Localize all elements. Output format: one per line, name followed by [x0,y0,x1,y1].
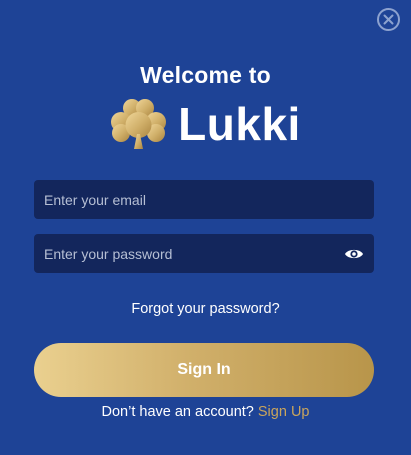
forgot-password-link[interactable]: Forgot your password? [0,301,411,317]
brand-logo: Lukki [0,98,411,150]
email-input[interactable] [44,191,364,208]
clover-logo-icon [111,99,167,149]
sign-in-button[interactable]: Sign In [34,343,374,397]
password-input[interactable] [44,245,344,262]
password-field-container [34,234,374,273]
welcome-heading: Welcome to [140,62,271,88]
no-account-text: Don’t have an account? [101,404,254,420]
email-field-container [34,180,374,219]
sign-up-link[interactable]: Sign Up [258,404,310,420]
close-button[interactable] [377,8,400,31]
eye-icon[interactable] [344,247,364,261]
signup-prompt: Don’t have an account? Sign Up [0,404,411,420]
close-icon [383,14,394,25]
brand-name: Lukki [178,98,301,150]
